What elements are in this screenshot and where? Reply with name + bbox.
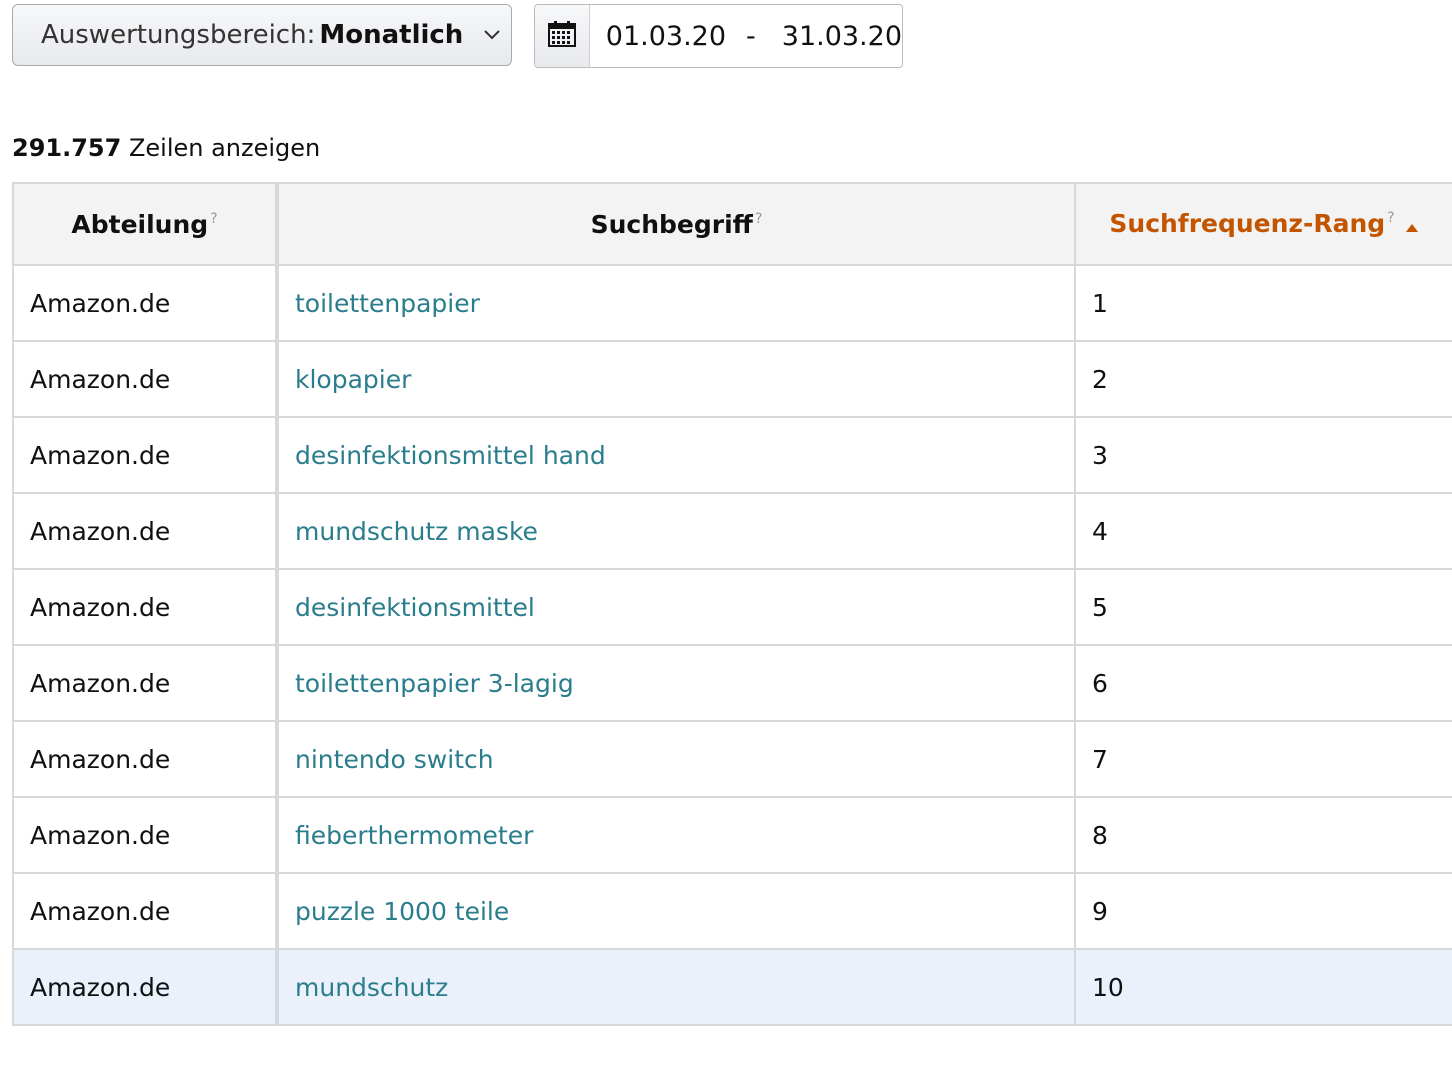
search-term-link[interactable]: toilettenpapier bbox=[276, 264, 1076, 342]
rank-cell: 2 bbox=[1074, 340, 1452, 418]
help-icon[interactable]: ? bbox=[755, 211, 762, 227]
date-from-field[interactable]: 01.03.20 bbox=[606, 21, 726, 52]
search-term-link[interactable]: desinfektionsmittel bbox=[276, 568, 1076, 646]
table-row: Amazon.de fieberthermometer 8 bbox=[12, 796, 1452, 874]
department-cell: Amazon.de bbox=[12, 796, 279, 874]
table-row: Amazon.de nintendo switch 7 bbox=[12, 720, 1452, 798]
search-term-link[interactable]: puzzle 1000 teile bbox=[276, 872, 1076, 950]
table-row: Amazon.de toilettenpapier 3-lagig 6 bbox=[12, 644, 1452, 722]
date-separator: - bbox=[746, 20, 756, 52]
calendar-icon bbox=[547, 21, 576, 51]
rank-cell: 9 bbox=[1074, 872, 1452, 950]
table-row: Amazon.de mundschutz maske 4 bbox=[12, 492, 1452, 570]
department-cell: Amazon.de bbox=[12, 340, 279, 418]
calendar-button[interactable] bbox=[535, 5, 590, 67]
rank-cell: 1 bbox=[1074, 264, 1452, 342]
chevron-down-icon bbox=[483, 26, 501, 44]
date-fields: 01.03.20 - 31.03.20 bbox=[590, 5, 902, 67]
range-value: Monatlich bbox=[319, 20, 464, 50]
help-icon[interactable]: ? bbox=[210, 211, 217, 227]
table-row: Amazon.de mundschutz 10 bbox=[12, 948, 1452, 1026]
department-cell: Amazon.de bbox=[12, 416, 279, 494]
range-label: Auswertungsbereich: bbox=[41, 20, 316, 50]
table-row: Amazon.de desinfektionsmittel 5 bbox=[12, 568, 1452, 646]
rank-cell: 4 bbox=[1074, 492, 1452, 570]
row-count-label: Zeilen anzeigen bbox=[128, 134, 321, 162]
rank-cell: 8 bbox=[1074, 796, 1452, 874]
sort-ascending-icon[interactable] bbox=[1405, 210, 1419, 239]
search-term-link[interactable]: mundschutz bbox=[276, 948, 1076, 1026]
department-cell: Amazon.de bbox=[12, 720, 279, 798]
department-cell: Amazon.de bbox=[12, 492, 279, 570]
department-cell: Amazon.de bbox=[12, 568, 279, 646]
department-cell: Amazon.de bbox=[12, 644, 279, 722]
table-header-row: Abteilung? Suchbegriff? Suchfrequenz-Ran… bbox=[12, 182, 1452, 266]
department-cell: Amazon.de bbox=[12, 872, 279, 950]
header-search-frequency-rank[interactable]: Suchfrequenz-Rang? bbox=[1074, 182, 1452, 266]
department-cell: Amazon.de bbox=[12, 264, 279, 342]
header-search-term[interactable]: Suchbegriff? bbox=[276, 182, 1076, 266]
date-to-field[interactable]: 31.03.20 bbox=[782, 21, 902, 52]
search-term-link[interactable]: nintendo switch bbox=[276, 720, 1076, 798]
table-row: Amazon.de desinfektionsmittel hand 3 bbox=[12, 416, 1452, 494]
date-range-picker: 01.03.20 - 31.03.20 bbox=[534, 4, 903, 68]
rank-cell: 5 bbox=[1074, 568, 1452, 646]
header-department-label: Abteilung bbox=[71, 209, 209, 239]
department-cell: Amazon.de bbox=[12, 948, 279, 1026]
row-count-number: 291.757 bbox=[12, 134, 122, 162]
search-term-link[interactable]: toilettenpapier 3-lagig bbox=[276, 644, 1076, 722]
row-count: 291.757 Zeilen anzeigen bbox=[12, 134, 320, 162]
table-row: Amazon.de puzzle 1000 teile 9 bbox=[12, 872, 1452, 950]
table-row: Amazon.de toilettenpapier 1 bbox=[12, 264, 1452, 342]
table-row: Amazon.de klopapier 2 bbox=[12, 340, 1452, 418]
rank-cell: 7 bbox=[1074, 720, 1452, 798]
search-term-link[interactable]: klopapier bbox=[276, 340, 1076, 418]
search-terms-table: Abteilung? Suchbegriff? Suchfrequenz-Ran… bbox=[12, 182, 1452, 1026]
search-term-link[interactable]: fieberthermometer bbox=[276, 796, 1076, 874]
rank-cell: 10 bbox=[1074, 948, 1452, 1026]
rank-cell: 3 bbox=[1074, 416, 1452, 494]
header-rank-label: Suchfrequenz-Rang bbox=[1109, 208, 1386, 238]
report-range-dropdown[interactable]: Auswertungsbereich: Monatlich bbox=[12, 4, 512, 66]
header-department[interactable]: Abteilung? bbox=[12, 182, 279, 266]
rank-cell: 6 bbox=[1074, 644, 1452, 722]
help-icon[interactable]: ? bbox=[1387, 210, 1394, 226]
search-term-link[interactable]: mundschutz maske bbox=[276, 492, 1076, 570]
header-search-term-label: Suchbegriff bbox=[590, 209, 753, 239]
search-term-link[interactable]: desinfektionsmittel hand bbox=[276, 416, 1076, 494]
